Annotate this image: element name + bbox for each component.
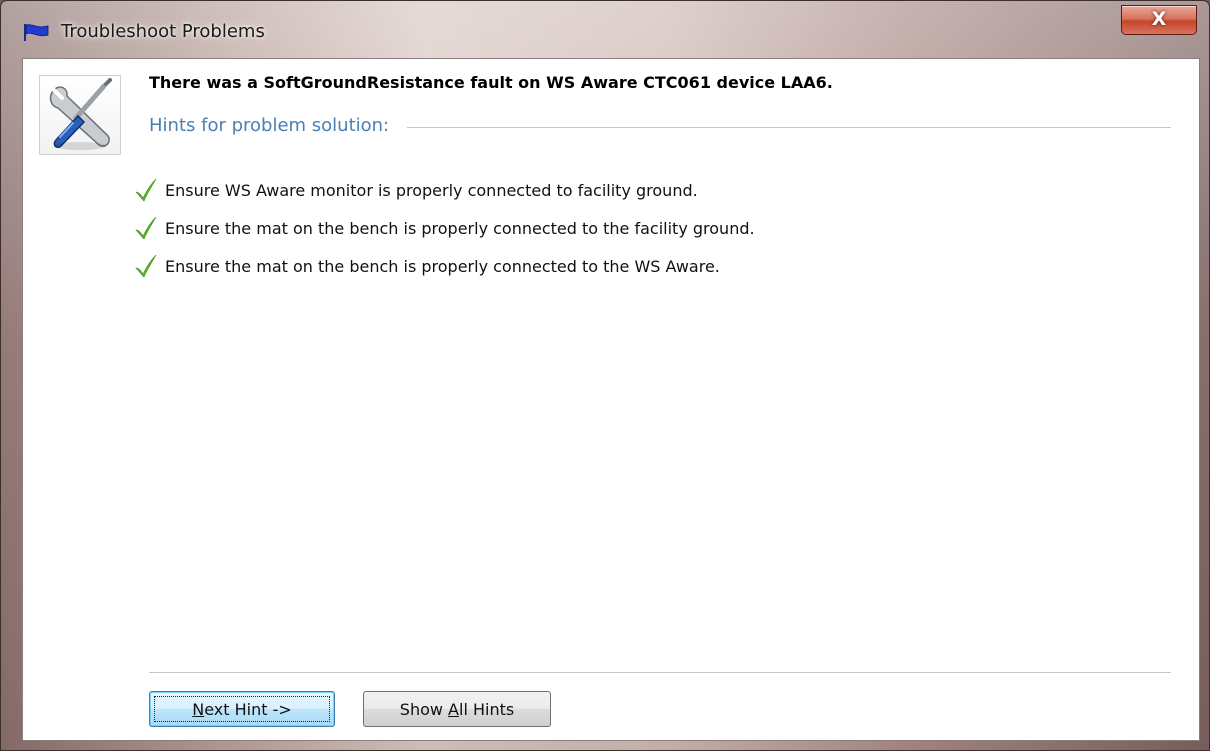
check-icon xyxy=(135,254,157,278)
title-bar[interactable]: Troubleshoot Problems X xyxy=(1,1,1209,59)
next-hint-button[interactable]: Next Hint -> xyxy=(149,691,335,727)
window-title: Troubleshoot Problems xyxy=(61,21,265,42)
troubleshoot-window: Troubleshoot Problems X There was a Soft… xyxy=(0,0,1210,751)
hints-title: Hints for problem solution: xyxy=(149,115,408,136)
hint-list: Ensure WS Aware monitor is properly conn… xyxy=(135,171,755,285)
show-all-label-before: Show xyxy=(399,699,449,719)
show-all-hints-button[interactable]: Show All Hints xyxy=(363,691,551,727)
hint-text: Ensure WS Aware monitor is properly conn… xyxy=(165,180,698,200)
tools-icon xyxy=(49,78,112,150)
hint-item: Ensure WS Aware monitor is properly conn… xyxy=(135,171,755,209)
flag-icon xyxy=(24,24,49,41)
close-icon: X xyxy=(1151,8,1167,30)
show-all-label: Show All Hints xyxy=(400,700,514,719)
focus-ring xyxy=(154,696,330,722)
hint-item: Ensure the mat on the bench is properly … xyxy=(135,247,755,285)
hint-text: Ensure the mat on the bench is properly … xyxy=(165,218,755,238)
show-all-mnemonic: A xyxy=(448,699,459,719)
check-icon xyxy=(135,178,157,202)
footer-divider xyxy=(149,672,1171,673)
fault-message: There was a SoftGroundResistance fault o… xyxy=(149,73,833,92)
close-button[interactable]: X xyxy=(1121,5,1197,35)
hint-item: Ensure the mat on the bench is properly … xyxy=(135,209,755,247)
tools-icon-frame xyxy=(39,75,121,155)
hint-text: Ensure the mat on the bench is properly … xyxy=(165,256,720,276)
hints-header: Hints for problem solution: xyxy=(149,115,1171,139)
show-all-label-after: ll Hints xyxy=(459,699,515,719)
check-icon xyxy=(135,216,157,240)
dialog-content: There was a SoftGroundResistance fault o… xyxy=(22,58,1200,741)
